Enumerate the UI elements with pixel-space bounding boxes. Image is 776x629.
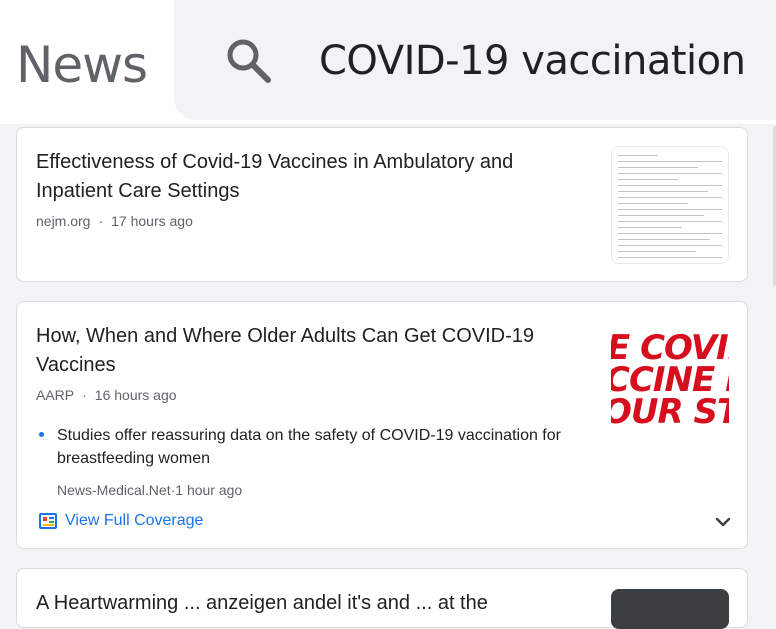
related-article-title[interactable]: Studies offer reassuring data on the saf…: [57, 424, 567, 470]
chevron-down-icon[interactable]: [713, 512, 733, 532]
article-title[interactable]: How, When and Where Older Adults Can Get…: [36, 322, 566, 380]
article-thumbnail[interactable]: [611, 146, 729, 264]
related-article-meta: News-Medical.Net·1 hour ago: [57, 482, 242, 498]
top-bar: News: [0, 0, 776, 124]
article-meta: nejm.org · 17 hours ago: [36, 213, 193, 229]
coverage-icon: [39, 513, 57, 529]
separator-dot: ·: [98, 213, 104, 229]
separator-dot: ·: [82, 387, 87, 403]
news-card[interactable]: A Heartwarming ... anzeigen andel it's a…: [16, 568, 748, 629]
article-time: 16 hours ago: [94, 387, 177, 403]
bullet-icon: [39, 432, 44, 437]
article-source: AARP: [36, 387, 75, 403]
article-source: nejm.org: [36, 213, 91, 229]
article-meta: AARP · 16 hours ago: [36, 387, 177, 403]
search-input[interactable]: [319, 38, 759, 84]
news-card[interactable]: Effectiveness of Covid-19 Vaccines in Am…: [16, 127, 748, 282]
app-title: News: [16, 36, 148, 94]
article-thumbnail[interactable]: E COVID CCINE IN OUR STAT: [611, 324, 729, 430]
thumbnail-text: OUR STAT: [611, 392, 729, 430]
article-title[interactable]: A Heartwarming ... anzeigen andel it's a…: [36, 589, 566, 618]
article-thumbnail[interactable]: [611, 589, 729, 629]
search-box[interactable]: [174, 0, 776, 120]
related-article-time: 1 hour ago: [175, 482, 243, 498]
news-card[interactable]: How, When and Where Older Adults Can Get…: [16, 301, 748, 549]
view-full-coverage-label: View Full Coverage: [65, 512, 204, 529]
search-icon[interactable]: [224, 36, 274, 86]
related-article-source: News-Medical.Net: [57, 482, 171, 498]
article-time: 17 hours ago: [111, 213, 193, 229]
article-title[interactable]: Effectiveness of Covid-19 Vaccines in Am…: [36, 148, 566, 206]
view-full-coverage-button[interactable]: View Full Coverage: [39, 512, 203, 530]
